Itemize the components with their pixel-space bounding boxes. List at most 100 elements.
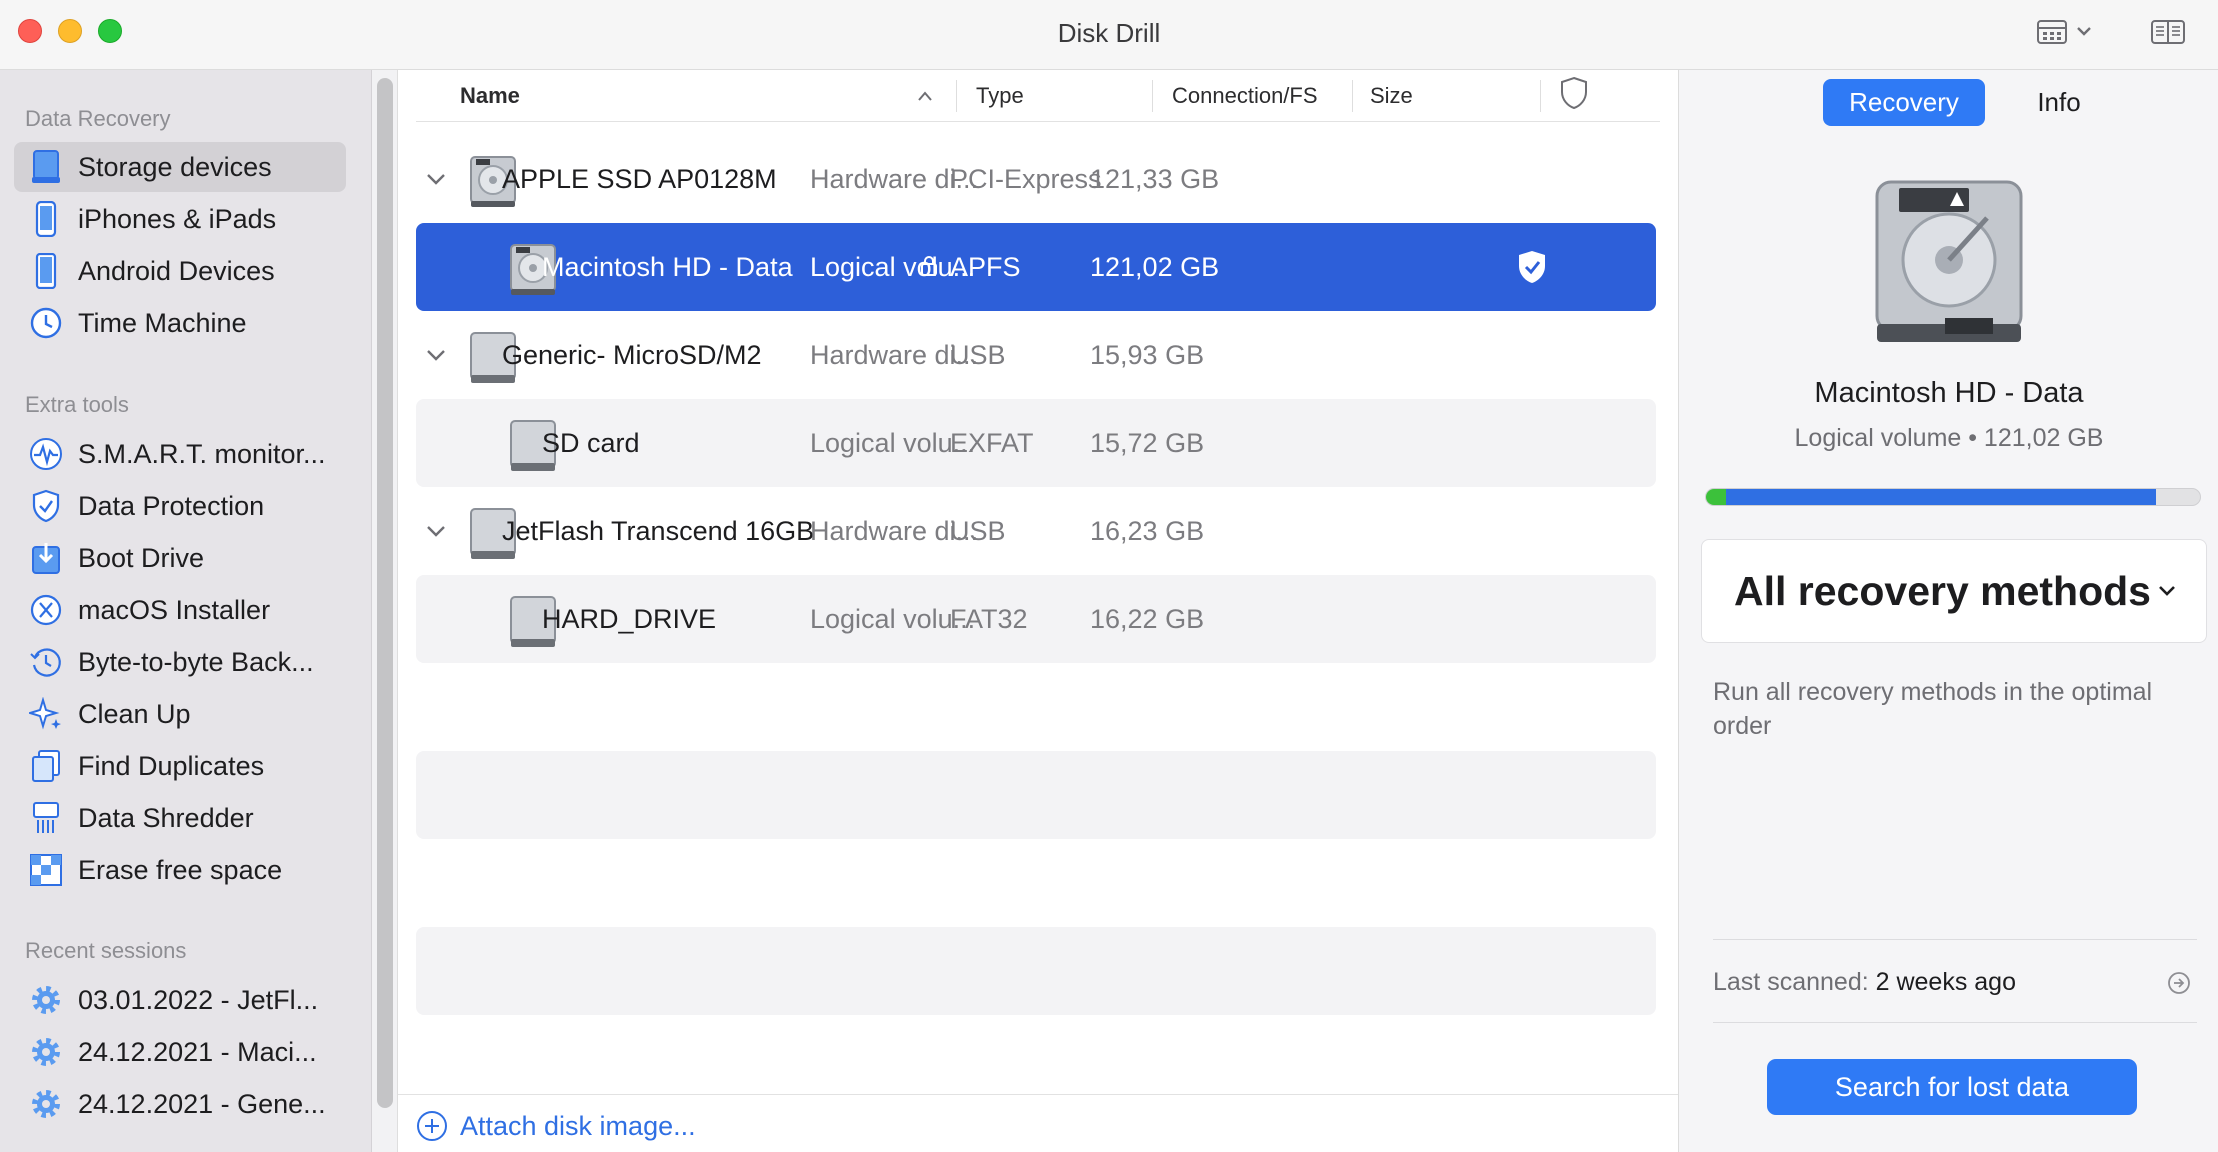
search-for-lost-data-button[interactable]: Search for lost data — [1767, 1059, 2137, 1115]
column-header-size[interactable]: Size — [1370, 83, 1413, 109]
device-name: Generic- MicroSD/M2 — [502, 340, 762, 370]
device-connection: APFS — [950, 252, 1021, 282]
sidebar: Data Recovery Storage devices iPhones & … — [0, 70, 372, 1152]
sidebar-scrollbar[interactable] — [372, 70, 398, 1152]
table-row-sd-card[interactable]: SD card Logical volu... EXFAT 15,72 GB — [416, 399, 1656, 487]
attach-disk-image-label: Attach disk image... — [460, 1110, 696, 1141]
column-separator — [956, 80, 957, 112]
recent-session-item[interactable]: 24.12.2021 - Gene... — [14, 1079, 346, 1129]
time-machine-icon — [28, 305, 64, 341]
column-separator — [1352, 80, 1353, 112]
sidebar-item-label: Time Machine — [78, 307, 247, 338]
sidebar-item-find-duplicates[interactable]: Find Duplicates — [14, 741, 346, 791]
tab-recovery[interactable]: Recovery — [1823, 79, 1985, 126]
sidebar-item-label: Find Duplicates — [78, 750, 265, 781]
chevron-down-icon[interactable] — [422, 517, 450, 545]
table-row-hard-drive[interactable]: HARD_DRIVE Logical volu... FAT32 16,22 G… — [416, 575, 1656, 663]
recovery-method-title: All recovery methods — [1734, 568, 2151, 614]
sidebar-item-label: 24.12.2021 - Maci... — [78, 1036, 317, 1067]
table-row-generic-microsd[interactable]: Generic- MicroSD/M2 Hardware di... USB 1… — [416, 311, 1656, 399]
table-footer: Attach disk image... — [398, 1094, 1678, 1152]
usage-segment-system — [1706, 489, 1726, 505]
toggle-panel-button[interactable] — [2150, 16, 2186, 53]
table-row-apple-ssd[interactable]: APPLE SSD AP0128M Hardware di... PCI-Exp… — [416, 135, 1656, 223]
sidebar-item-time-machine[interactable]: Time Machine — [14, 298, 346, 348]
sidebar-item-label: Erase free space — [78, 854, 283, 885]
column-header-type[interactable]: Type — [976, 83, 1024, 109]
usage-segment-used — [1725, 489, 2156, 505]
device-connection: EXFAT — [950, 428, 1034, 458]
recent-session-item[interactable]: 03.01.2022 - JetFl... — [14, 975, 346, 1025]
sidebar-item-data-protection[interactable]: Data Protection — [14, 481, 346, 531]
backup-clock-icon — [28, 644, 64, 680]
column-separator — [1540, 80, 1541, 112]
chevron-down-icon[interactable] — [422, 165, 450, 193]
divider — [1713, 939, 2197, 940]
table-row-macintosh-hd-data[interactable]: Macintosh HD - Data Logical volu... APFS… — [416, 223, 1656, 311]
sidebar-item-label: Clean Up — [78, 698, 191, 729]
empty-row — [416, 751, 1656, 839]
column-header-name[interactable]: Name — [460, 83, 520, 109]
column-separator — [1152, 80, 1153, 112]
device-size: 121,33 GB — [1090, 164, 1220, 194]
sidebar-scrollbar-thumb[interactable] — [377, 78, 393, 1108]
sidebar-item-smart-monitor[interactable]: S.M.A.R.T. monitor... — [14, 429, 346, 479]
sidebar-item-storage-devices[interactable]: Storage devices — [14, 142, 346, 192]
sidebar-item-label: Android Devices — [78, 255, 275, 286]
last-scanned-value: 2 weeks ago — [1875, 968, 2016, 996]
window-title: Disk Drill — [1057, 18, 1161, 48]
title-bar: Disk Drill — [0, 0, 2218, 70]
grid-view-icon — [2037, 20, 2091, 44]
sidebar-item-data-shredder[interactable]: Data Shredder — [14, 793, 346, 843]
smart-monitor-icon — [28, 436, 64, 472]
sidebar-item-label: iPhones & iPads — [78, 203, 277, 234]
sidebar-item-clean-up[interactable]: Clean Up — [14, 689, 346, 739]
sidebar-item-android-devices[interactable]: Android Devices — [14, 246, 346, 296]
sidebar-item-label: 24.12.2021 - Gene... — [78, 1088, 326, 1119]
gear-icon — [28, 1034, 64, 1070]
sidebar-item-iphones-ipads[interactable]: iPhones & iPads — [14, 194, 346, 244]
column-header-connection[interactable]: Connection/FS — [1172, 83, 1318, 109]
android-phone-icon — [28, 253, 64, 289]
tab-info[interactable]: Info — [1999, 79, 2119, 126]
sidebar-item-label: S.M.A.R.T. monitor... — [78, 438, 326, 469]
sparkle-icon — [28, 696, 64, 732]
device-size: 15,93 GB — [1090, 340, 1205, 370]
device-name: JetFlash Transcend 16GB — [502, 516, 815, 546]
erase-icon — [28, 852, 64, 888]
arrow-right-circle-icon[interactable] — [2166, 970, 2192, 996]
macos-installer-icon — [28, 592, 64, 628]
recovery-method-description: Run all recovery methods in the optimal … — [1713, 678, 2153, 740]
sidebar-item-label: macOS Installer — [78, 594, 271, 625]
attach-disk-image-button[interactable]: Attach disk image... — [416, 1110, 696, 1142]
device-connection: USB — [950, 340, 1006, 370]
duplicates-icon — [28, 748, 64, 784]
view-mode-button[interactable] — [2036, 16, 2102, 53]
details-panel: Recovery Info Macintosh HD - Data Logica… — [1678, 70, 2218, 1152]
device-name: Macintosh HD - Data — [542, 252, 793, 282]
sidebar-item-label: Storage devices — [78, 151, 272, 182]
plus-circle-icon — [417, 1111, 447, 1141]
sort-ascending-icon[interactable] — [916, 90, 934, 102]
disk-usage-bar — [1705, 488, 2201, 506]
recent-session-item[interactable]: 24.12.2021 - Maci... — [14, 1027, 346, 1077]
sidebar-panel-icon — [2151, 20, 2185, 44]
iphone-icon — [28, 201, 64, 237]
selected-disk-icon — [1875, 180, 2023, 342]
sidebar-item-boot-drive[interactable]: Boot Drive — [14, 533, 346, 583]
chevron-down-icon[interactable] — [422, 341, 450, 369]
device-size: 15,72 GB — [1090, 428, 1205, 458]
protection-column-shield-icon[interactable] — [1558, 76, 1590, 110]
selected-disk-details: Logical volume • 121,02 GB — [1794, 424, 2104, 452]
empty-row — [416, 927, 1656, 1015]
recovery-method-dropdown[interactable]: All recovery methods — [1701, 539, 2207, 643]
last-scanned-label: Last scanned: — [1713, 968, 1869, 996]
sidebar-item-label: Data Shredder — [78, 802, 254, 833]
sidebar-item-macos-installer[interactable]: macOS Installer — [14, 585, 346, 635]
protected-shield-icon[interactable] — [1516, 249, 1548, 285]
sidebar-item-byte-backup[interactable]: Byte-to-byte Back... — [14, 637, 346, 687]
device-connection: PCI-Express — [950, 164, 1102, 194]
table-row-jetflash[interactable]: JetFlash Transcend 16GB Hardware di... U… — [416, 487, 1656, 575]
sidebar-item-erase-free-space[interactable]: Erase free space — [14, 845, 346, 895]
sidebar-item-label: Boot Drive — [78, 542, 205, 573]
